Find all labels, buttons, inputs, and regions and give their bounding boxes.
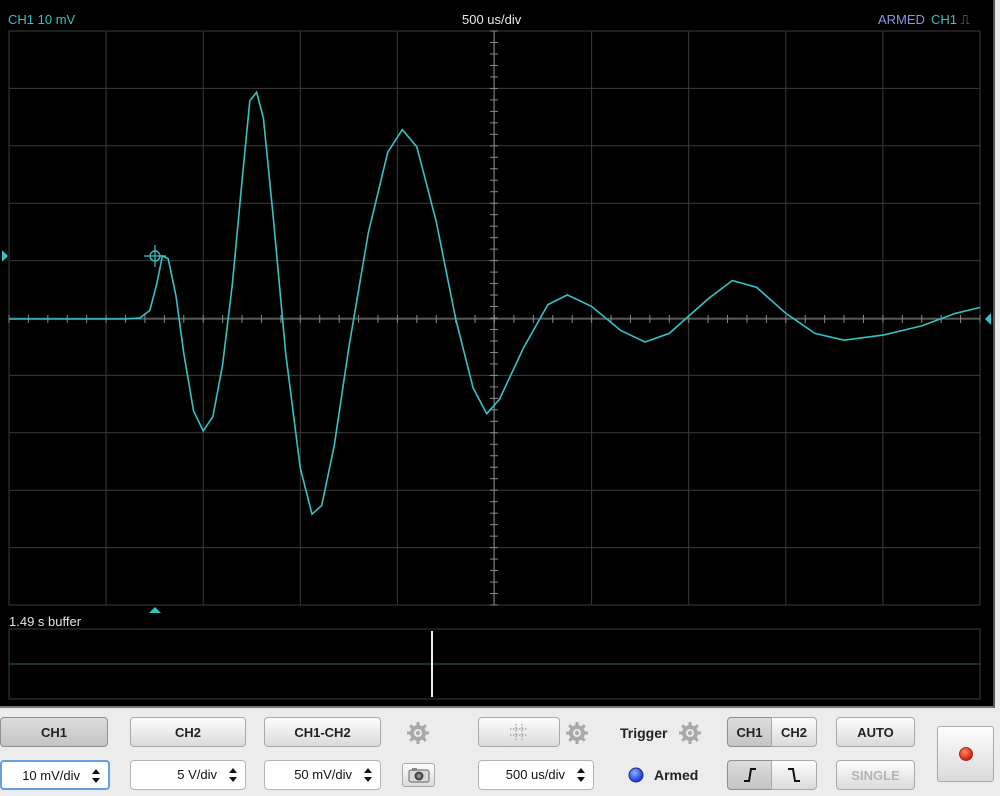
timebase-stepper[interactable]: 500 us/div [478, 760, 594, 790]
gear-icon[interactable] [406, 721, 430, 745]
ch1-button[interactable]: CH1 [0, 717, 108, 747]
timebase-value: 500 us/div [505, 767, 565, 782]
ch2-button[interactable]: CH2 [130, 717, 246, 747]
trigger-position-marker[interactable] [149, 607, 161, 613]
trigger-source-ch2-button[interactable]: CH2 [771, 717, 817, 747]
record-icon [958, 747, 973, 761]
camera-icon [408, 768, 429, 783]
buffer-label: 1.49 s buffer [9, 614, 82, 629]
stepper-arrows-icon[interactable] [573, 765, 589, 785]
trigger-channel-readout: CH1 ⎍ [930, 12, 970, 27]
led-indicator-icon [628, 767, 644, 783]
trigger-source-ch1-button[interactable]: CH1 [727, 717, 772, 747]
stepper-arrows-icon[interactable] [225, 765, 241, 785]
scope-canvas [2, 30, 991, 700]
trigger-status-readout: ARMED CH1 ⎍ [878, 12, 970, 27]
math-scale-stepper[interactable]: 50 mV/div [264, 760, 381, 790]
auto-button[interactable]: AUTO [836, 717, 915, 747]
rising-edge-icon [743, 768, 756, 782]
grid-toggle-button[interactable] [478, 717, 560, 747]
armed-status: ARMED [878, 12, 925, 27]
stepper-arrows-icon[interactable] [360, 765, 376, 785]
trigger-settings-gear-icon[interactable] [678, 721, 702, 745]
oscilloscope-display: CH1 10 mV 500 us/div ARMED CH1 ⎍ 1.49 s b… [0, 0, 995, 708]
channel1-offset-marker[interactable] [985, 313, 991, 325]
run-stop-button[interactable] [937, 726, 994, 782]
falling-edge-icon [788, 768, 800, 782]
grid-settings-gear-icon[interactable] [565, 721, 589, 745]
ch1-minus-ch2-button[interactable]: CH1-CH2 [264, 717, 381, 747]
armed-label: Armed [654, 767, 699, 783]
ch1-scale-stepper[interactable]: 10 mV/div [0, 760, 110, 790]
screenshot-button[interactable] [402, 763, 435, 787]
channel-readout: CH1 10 mV [8, 12, 76, 27]
grid-icon [510, 724, 528, 740]
ch1-scale-value: 10 mV/div [22, 768, 80, 783]
trigger-level-marker-left[interactable] [2, 250, 8, 262]
ch2-scale-stepper[interactable]: 5 V/div [130, 760, 246, 790]
stepper-arrows-icon[interactable] [88, 766, 104, 786]
falling-edge-button[interactable] [771, 760, 817, 790]
single-button[interactable]: SINGLE [836, 760, 915, 790]
rising-edge-button[interactable] [727, 760, 772, 790]
ch2-scale-value: 5 V/div [177, 767, 217, 782]
math-scale-value: 50 mV/div [294, 767, 352, 782]
trigger-label: Trigger [620, 725, 668, 741]
timebase-readout: 500 us/div [462, 12, 522, 27]
trigger-point-marker [144, 245, 166, 267]
